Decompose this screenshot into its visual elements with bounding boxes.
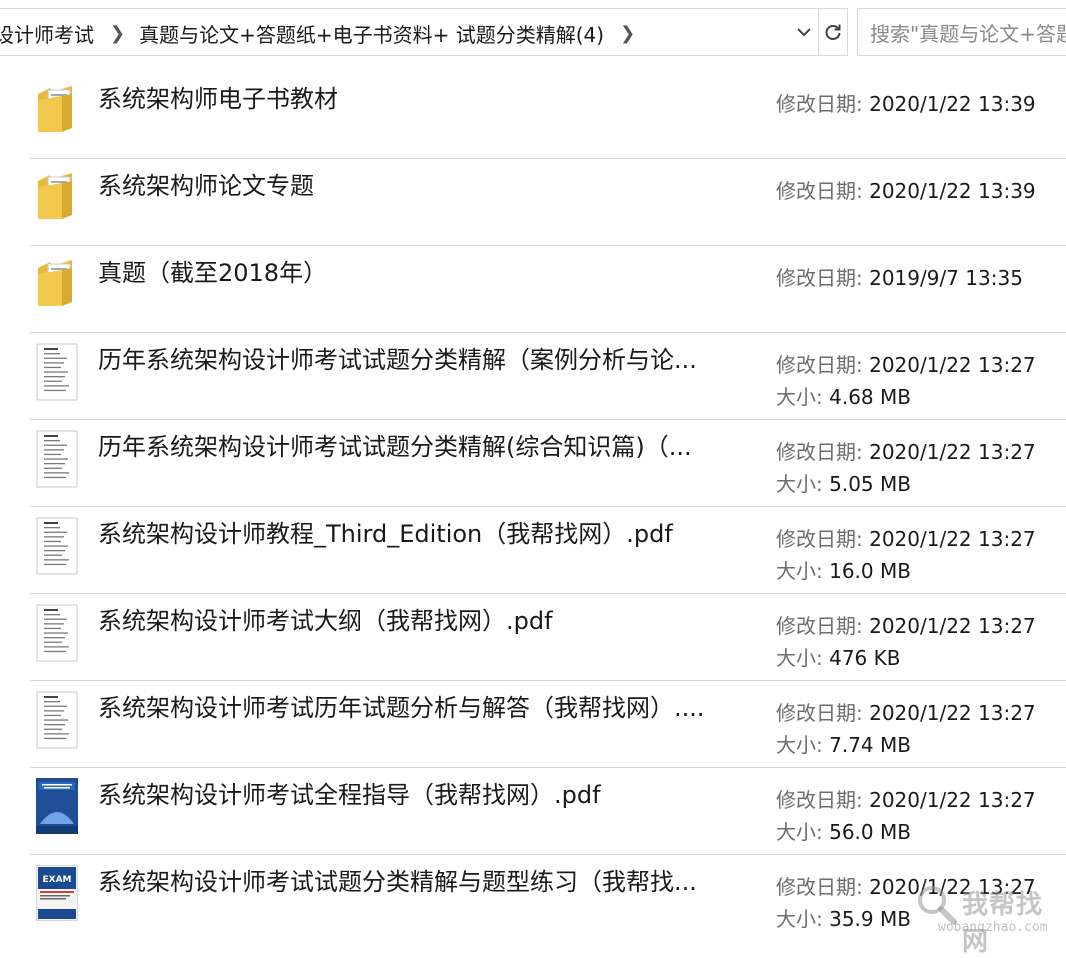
modified-date: 2020/1/22 13:27 bbox=[869, 527, 1036, 551]
size-label: 大小: bbox=[776, 907, 823, 931]
file-name: 系统架构设计师考试大纲（我帮找网）.pdf bbox=[98, 607, 553, 635]
list-item[interactable]: 系统架构设计师考试大纲（我帮找网）.pdf 修改日期: 2020/1/22 13:… bbox=[0, 594, 1066, 681]
modified-date: 2020/1/22 13:27 bbox=[869, 440, 1036, 464]
modified-label: 修改日期: bbox=[776, 788, 863, 812]
address-history-dropdown[interactable] bbox=[790, 9, 818, 55]
modified-date: 2020/1/22 13:27 bbox=[869, 701, 1036, 725]
breadcrumb-item-current[interactable]: 真题与论文+答题纸+电子书资料+ 试题分类精解(4) bbox=[139, 19, 610, 48]
list-item[interactable]: 系统架构设计师考试全程指导（我帮找网）.pdf 修改日期: 2020/1/22 1… bbox=[0, 768, 1066, 855]
file-name: 系统架构师电子书教材 bbox=[98, 85, 338, 113]
chevron-right-icon[interactable]: ❯ bbox=[610, 23, 649, 44]
modified-label: 修改日期: bbox=[776, 179, 863, 203]
modified-label: 修改日期: bbox=[776, 527, 863, 551]
breadcrumb-item[interactable]: 设计师考试 bbox=[0, 19, 100, 48]
size-label: 大小: bbox=[776, 820, 823, 844]
file-size: 56.0 MB bbox=[829, 820, 911, 844]
list-item[interactable]: 系统架构师电子书教材 修改日期: 2020/1/22 13:39 bbox=[0, 72, 1066, 159]
folder-icon bbox=[36, 256, 80, 316]
list-item[interactable]: 系统架构设计师教程_Third_Edition（我帮找网）.pdf 修改日期: 2… bbox=[0, 507, 1066, 594]
file-size: 5.05 MB bbox=[829, 472, 911, 496]
search-input[interactable]: 搜索"真题与论文+答题 bbox=[857, 8, 1066, 56]
file-size: 7.74 MB bbox=[829, 733, 911, 757]
modified-label: 修改日期: bbox=[776, 440, 863, 464]
size-label: 大小: bbox=[776, 733, 823, 757]
modified-date: 2020/1/22 13:27 bbox=[869, 788, 1036, 812]
file-size: 4.68 MB bbox=[829, 385, 911, 409]
folder-icon bbox=[36, 169, 80, 229]
file-size: 476 KB bbox=[829, 646, 901, 670]
refresh-button[interactable] bbox=[818, 9, 846, 55]
modified-date: 2019/9/7 13:35 bbox=[869, 266, 1023, 290]
book-cover-icon bbox=[36, 778, 80, 838]
list-item[interactable]: 真题（截至2018年） 修改日期: 2019/9/7 13:35 bbox=[0, 246, 1066, 333]
folder-icon bbox=[36, 82, 80, 142]
file-meta: 修改日期: 2020/1/22 13:27 大小: 7.74 MB bbox=[776, 697, 1036, 761]
chevron-right-icon[interactable]: ❯ bbox=[100, 23, 139, 44]
file-meta: 修改日期: 2019/9/7 13:35 bbox=[776, 262, 1023, 294]
file-name: 历年系统架构设计师考试试题分类精解（案例分析与论... bbox=[98, 346, 697, 374]
list-item[interactable]: 历年系统架构设计师考试试题分类精解(综合知识篇)（... 修改日期: 2020/1… bbox=[0, 420, 1066, 507]
file-meta: 修改日期: 2020/1/22 13:27 大小: 5.05 MB bbox=[776, 436, 1036, 500]
size-label: 大小: bbox=[776, 559, 823, 583]
file-meta: 修改日期: 2020/1/22 13:27 大小: 476 KB bbox=[776, 610, 1036, 674]
file-name: 系统架构设计师考试试题分类精解与题型练习（我帮找... bbox=[98, 868, 697, 896]
chevron-down-icon bbox=[797, 28, 811, 37]
modified-date: 2020/1/22 13:39 bbox=[869, 179, 1036, 203]
modified-date: 2020/1/22 13:27 bbox=[869, 875, 1036, 899]
size-label: 大小: bbox=[776, 472, 823, 496]
file-meta: 修改日期: 2020/1/22 13:39 bbox=[776, 88, 1036, 120]
file-meta: 修改日期: 2020/1/22 13:39 bbox=[776, 175, 1036, 207]
size-label: 大小: bbox=[776, 385, 823, 409]
breadcrumb: 设计师考试 ❯ 真题与论文+答题纸+电子书资料+ 试题分类精解(4) ❯ bbox=[0, 9, 790, 57]
document-icon bbox=[36, 430, 80, 490]
file-list: 系统架构师电子书教材 修改日期: 2020/1/22 13:39 系统架构师论文专题… bbox=[0, 72, 1066, 942]
list-item[interactable]: 历年系统架构设计师考试试题分类精解（案例分析与论... 修改日期: 2020/1/… bbox=[0, 333, 1066, 420]
modified-date: 2020/1/22 13:27 bbox=[869, 353, 1036, 377]
file-meta: 修改日期: 2020/1/22 13:27 大小: 56.0 MB bbox=[776, 784, 1036, 848]
file-meta: 修改日期: 2020/1/22 13:27 大小: 4.68 MB bbox=[776, 349, 1036, 413]
file-meta: 修改日期: 2020/1/22 13:27 大小: 35.9 MB bbox=[776, 871, 1036, 935]
file-name: 系统架构设计师考试全程指导（我帮找网）.pdf bbox=[98, 781, 601, 809]
svg-text:EXAM: EXAM bbox=[42, 875, 71, 885]
address-bar[interactable]: 设计师考试 ❯ 真题与论文+答题纸+电子书资料+ 试题分类精解(4) ❯ bbox=[0, 8, 848, 56]
list-item[interactable]: EXAM 系统架构设计师考试试题分类精解与题型练习（我帮找... 修改日期: 202… bbox=[0, 855, 1066, 942]
refresh-icon bbox=[825, 24, 840, 40]
search-placeholder: 搜索"真题与论文+答题 bbox=[870, 21, 1066, 46]
file-meta: 修改日期: 2020/1/22 13:27 大小: 16.0 MB bbox=[776, 523, 1036, 587]
document-icon bbox=[36, 343, 80, 403]
book-cover-icon: EXAM bbox=[36, 865, 80, 925]
modified-label: 修改日期: bbox=[776, 614, 863, 638]
modified-label: 修改日期: bbox=[776, 92, 863, 116]
file-name: 系统架构师论文专题 bbox=[98, 172, 314, 200]
modified-label: 修改日期: bbox=[776, 701, 863, 725]
file-size: 16.0 MB bbox=[829, 559, 911, 583]
modified-date: 2020/1/22 13:39 bbox=[869, 92, 1036, 116]
list-item[interactable]: 系统架构师论文专题 修改日期: 2020/1/22 13:39 bbox=[0, 159, 1066, 246]
modified-label: 修改日期: bbox=[776, 875, 863, 899]
file-size: 35.9 MB bbox=[829, 907, 911, 931]
file-name: 系统架构设计师教程_Third_Edition（我帮找网）.pdf bbox=[98, 520, 673, 548]
file-name: 系统架构设计师考试历年试题分析与解答（我帮找网）.... bbox=[98, 694, 705, 722]
modified-label: 修改日期: bbox=[776, 353, 863, 377]
modified-date: 2020/1/22 13:27 bbox=[869, 614, 1036, 638]
list-item[interactable]: 系统架构设计师考试历年试题分析与解答（我帮找网）.... 修改日期: 2020/1… bbox=[0, 681, 1066, 768]
file-name: 真题（截至2018年） bbox=[98, 259, 328, 287]
size-label: 大小: bbox=[776, 646, 823, 670]
document-icon bbox=[36, 517, 80, 577]
modified-label: 修改日期: bbox=[776, 266, 863, 290]
document-icon bbox=[36, 604, 80, 664]
document-icon bbox=[36, 691, 80, 751]
file-name: 历年系统架构设计师考试试题分类精解(综合知识篇)（... bbox=[98, 433, 692, 461]
